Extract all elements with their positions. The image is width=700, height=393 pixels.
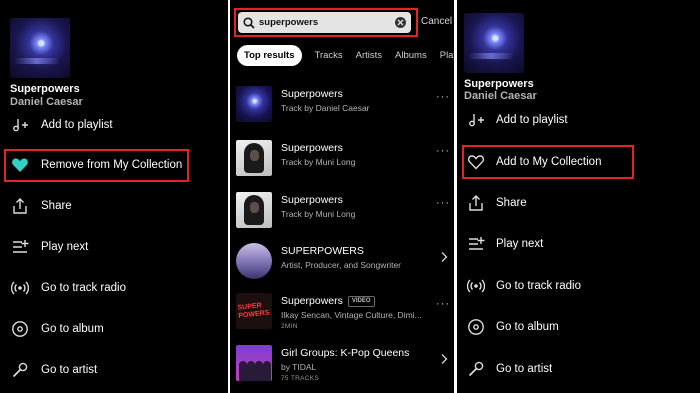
radio-icon (466, 276, 486, 296)
share-icon (466, 193, 486, 213)
menu-label: Play next (496, 238, 544, 250)
track-radio-item[interactable]: Go to track radio (457, 271, 700, 301)
result-subtitle: Ilkay Sencan, Vintage Culture, Dimi... (281, 310, 422, 320)
tab-artists[interactable]: Artists (356, 50, 382, 61)
track-artist: Daniel Caesar (464, 90, 537, 102)
album-icon (466, 317, 486, 337)
artist-icon (10, 360, 30, 380)
result-subtitle: Artist, Producer, and Songwriter (281, 260, 402, 270)
highlight-box (4, 149, 189, 182)
result-thumbnail (236, 192, 272, 228)
right-track-menu: Superpowers Daniel Caesar Add to playlis… (457, 0, 700, 393)
result-thumbnail (236, 86, 272, 122)
left-track-menu: Superpowers Daniel Caesar Add to playlis… (0, 0, 228, 393)
result-row[interactable]: Superpowers Track by Muni Long ··· (230, 135, 454, 181)
menu-label: Share (496, 197, 527, 209)
result-row[interactable]: Girl Groups: K-Pop Queens by TIDAL 75 TR… (230, 340, 454, 386)
play-next-icon (466, 234, 486, 254)
highlight-box (234, 8, 418, 37)
result-subtitle: Track by Muni Long (281, 209, 356, 219)
share-item[interactable]: Share (0, 191, 228, 221)
play-next-icon (10, 237, 30, 257)
more-options-icon[interactable]: ··· (436, 91, 450, 103)
result-title: Superpowers VIDEO (281, 295, 375, 307)
tab-tracks[interactable]: Tracks (315, 50, 343, 61)
album-icon (10, 319, 30, 339)
result-subtitle: by TIDAL (281, 362, 317, 372)
artist-icon (466, 359, 486, 379)
go-to-artist-item[interactable]: Go to artist (457, 354, 700, 384)
result-subtitle: Track by Muni Long (281, 157, 356, 167)
playlist-thumbnail (236, 345, 272, 381)
result-duration: 2MIN (281, 323, 298, 330)
menu-label: Go to artist (496, 363, 553, 375)
more-options-icon[interactable]: ··· (436, 145, 450, 157)
more-options-icon[interactable]: ··· (436, 197, 450, 209)
video-badge: VIDEO (347, 295, 375, 307)
album-art (464, 13, 524, 73)
add-to-playlist-item[interactable]: Add to playlist (0, 110, 228, 140)
go-to-album-item[interactable]: Go to album (457, 312, 700, 342)
track-radio-item[interactable]: Go to track radio (0, 273, 228, 303)
highlight-box (462, 145, 634, 179)
share-icon (10, 196, 30, 216)
add-to-playlist-item[interactable]: Add to playlist (457, 105, 700, 135)
chevron-right-icon[interactable] (440, 250, 448, 268)
cancel-button[interactable]: Cancel (421, 16, 452, 27)
menu-label: Add to playlist (496, 114, 568, 126)
track-title: Superpowers (10, 83, 80, 95)
result-title: Girl Groups: K-Pop Queens (281, 347, 410, 359)
go-to-artist-item[interactable]: Go to artist (0, 355, 228, 385)
play-next-item[interactable]: Play next (0, 232, 228, 262)
menu-label: Share (41, 200, 72, 212)
menu-label: Go to album (41, 323, 104, 335)
menu-label: Go to album (496, 321, 559, 333)
result-title: Superpowers (281, 88, 343, 100)
album-art (10, 18, 70, 78)
track-title: Superpowers (464, 78, 534, 90)
menu-label: Add to playlist (41, 119, 113, 131)
tab-top-results[interactable]: Top results (237, 45, 302, 66)
share-item[interactable]: Share (457, 188, 700, 218)
more-options-icon[interactable]: ··· (436, 298, 450, 310)
result-subtitle: Track by Daniel Caesar (281, 103, 370, 113)
menu-label: Go to artist (41, 364, 98, 376)
radio-icon (10, 278, 30, 298)
result-title: Superpowers (281, 142, 343, 154)
filter-tabs: Top results Tracks Artists Albums Playli… (237, 45, 454, 66)
add-to-playlist-icon (10, 115, 30, 135)
result-row[interactable]: Superpowers Track by Muni Long ··· (230, 187, 454, 233)
menu-label: Go to track radio (41, 282, 127, 294)
result-row[interactable]: Superpowers Track by Daniel Caesar ··· (230, 81, 454, 127)
menu-label: Go to track radio (496, 280, 582, 292)
result-track-count: 75 TRACKS (281, 375, 319, 382)
result-thumbnail (236, 140, 272, 176)
chevron-right-icon[interactable] (440, 352, 448, 370)
result-title: Superpowers (281, 194, 343, 206)
result-title: SUPERPOWERS (281, 245, 364, 257)
go-to-album-item[interactable]: Go to album (0, 314, 228, 344)
artist-avatar (236, 243, 272, 279)
result-row[interactable]: SUPERPOWERS Artist, Producer, and Songwr… (230, 238, 454, 284)
result-row[interactable]: SUPER POWERS Superpowers VIDEO Ilkay Sen… (230, 288, 454, 334)
tab-albums[interactable]: Albums (395, 50, 427, 61)
menu-label: Play next (41, 241, 89, 253)
play-next-item[interactable]: Play next (457, 229, 700, 259)
tab-playlists[interactable]: Playlis (440, 50, 454, 61)
result-thumbnail: SUPER POWERS (236, 293, 272, 329)
track-artist: Daniel Caesar (10, 96, 83, 108)
add-to-playlist-icon (466, 110, 486, 130)
search-results-panel: superpowers Cancel Top results Tracks Ar… (230, 0, 454, 393)
